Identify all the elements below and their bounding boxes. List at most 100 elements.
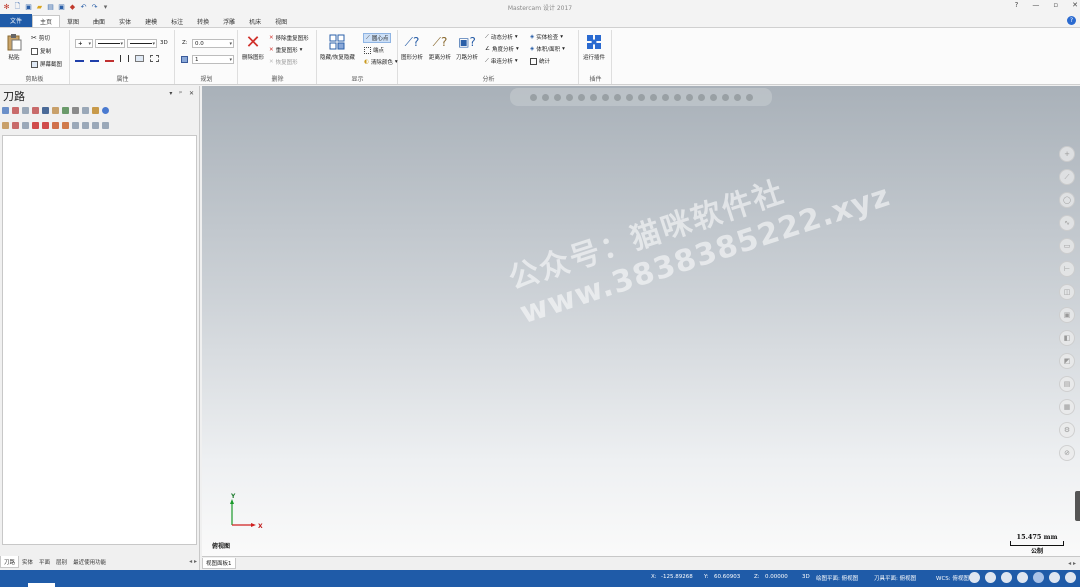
g1-icon[interactable]	[72, 107, 79, 114]
screenshot-button[interactable]: 屏幕截图	[31, 60, 62, 68]
tab-drafting[interactable]: 标注	[164, 15, 190, 27]
graphics-viewport[interactable]: 公众号：猫咪软件社 www.3838385222.xyz + ⟋ ◯ ∿ ▭ ⊢…	[202, 86, 1080, 556]
mask-edges-icon[interactable]	[625, 93, 633, 101]
material-mode-icon[interactable]	[1049, 572, 1060, 583]
select-all-quick-icon[interactable]: +	[1059, 146, 1075, 162]
z-depth-input[interactable]: 0.0 ▾	[192, 39, 234, 48]
clear-attrs-icon[interactable]	[135, 55, 144, 62]
verify-icon[interactable]	[52, 107, 59, 114]
select-lines-quick-icon[interactable]: ⟋	[1059, 169, 1075, 185]
simulate-icon[interactable]	[42, 107, 49, 114]
shaded-mode-icon[interactable]	[1001, 572, 1012, 583]
duplicate-entities-button[interactable]: ✕ 重复图形 ▾	[269, 46, 302, 54]
tab-wireframe[interactable]: 草图	[60, 15, 86, 27]
customize-qat-icon[interactable]: ▾	[101, 3, 110, 12]
tab-transform[interactable]: 转换	[190, 15, 216, 27]
clear-color-button[interactable]: ◐ 清除颜色 ▾	[364, 58, 398, 66]
mask-level-icon[interactable]	[661, 93, 669, 101]
help-icon[interactable]: ?	[1067, 16, 1076, 25]
paste-button[interactable]: 粘贴	[5, 33, 23, 61]
tab-home[interactable]: 主页	[32, 15, 61, 27]
select-solids-quick-icon[interactable]: ▣	[1059, 307, 1075, 323]
endpoints-button[interactable]: 端点	[364, 46, 384, 54]
mask-faces-icon[interactable]	[613, 93, 621, 101]
select-groups-quick-icon[interactable]: ▦	[1059, 399, 1075, 415]
entity-analysis-button[interactable]: ⟋? 图形分析	[401, 33, 423, 62]
show-selected-icon[interactable]	[72, 122, 79, 129]
move-down-icon[interactable]	[32, 122, 39, 129]
viewsheet-scroll-icon[interactable]: ◂ ▸	[1068, 560, 1076, 567]
mode-3d-toggle[interactable]: 3D	[802, 574, 810, 580]
tab-levels[interactable]: 层别	[53, 556, 70, 568]
wireframe-mode-icon[interactable]	[969, 572, 980, 583]
panel-close-button[interactable]: ✕	[189, 90, 194, 97]
lighting-mode-icon[interactable]	[1065, 572, 1076, 583]
select-arcs-quick-icon[interactable]: ◯	[1059, 192, 1075, 208]
mask-group-icon[interactable]	[685, 93, 693, 101]
undo-icon[interactable]: ↶	[79, 3, 88, 12]
select-failed-icon[interactable]	[12, 107, 19, 114]
mask-lines-icon[interactable]	[553, 93, 561, 101]
tab-solids-manager[interactable]: 实体	[19, 556, 36, 568]
toolpaths-tree[interactable]	[2, 135, 197, 545]
merge-icon[interactable]: ◆	[68, 3, 77, 12]
delete-duplicate-button[interactable]: ✕ 移除重复图形	[269, 34, 309, 42]
close-button[interactable]: ✕	[1072, 1, 1078, 9]
save-as-icon[interactable]: ▣	[57, 3, 66, 12]
mask-redo-icon[interactable]	[745, 93, 753, 101]
tab-machine[interactable]: 机床	[242, 15, 268, 27]
undelete-button[interactable]: ✕ 恢复图形	[269, 58, 298, 66]
regen-selected-icon[interactable]	[22, 107, 29, 114]
mask-splines-icon[interactable]	[577, 93, 585, 101]
select-splines-quick-icon[interactable]: ∿	[1059, 215, 1075, 231]
line-attrs-icon[interactable]	[120, 55, 129, 62]
delete-entities-button[interactable]: ✕ 删除图形	[242, 32, 264, 62]
viewsheet-tab[interactable]: 视图面板1	[202, 558, 236, 569]
mask-arcs-icon[interactable]	[565, 93, 573, 101]
mask-points-icon[interactable]	[541, 93, 549, 101]
minimize-button[interactable]: —	[1032, 1, 1039, 9]
toolpath-analysis-button[interactable]: ▣? 刀路分析	[456, 33, 478, 61]
drawing-plane-select[interactable]: 绘图平面: 俯视图	[816, 574, 858, 582]
mask-clear-icon[interactable]	[721, 93, 729, 101]
scroll-to-icon[interactable]	[62, 122, 69, 129]
select-bodies-quick-icon[interactable]: ◩	[1059, 353, 1075, 369]
shaded-edges-mode-icon[interactable]	[1017, 572, 1028, 583]
mask-color-icon[interactable]	[649, 93, 657, 101]
tab-model[interactable]: 建模	[138, 15, 164, 27]
cut-button[interactable]: ✂ 剪切	[31, 34, 50, 42]
mask-meshes-icon[interactable]	[637, 93, 645, 101]
mask-surfaces-icon[interactable]	[589, 93, 597, 101]
select-dims-quick-icon[interactable]: ⊢	[1059, 261, 1075, 277]
maximize-button[interactable]: ▫	[1053, 1, 1058, 9]
mask-all-icon[interactable]	[529, 93, 537, 101]
mask-undo-icon[interactable]	[733, 93, 741, 101]
set-all-icon[interactable]	[150, 55, 159, 62]
tab-relief[interactable]: 浮雕	[216, 15, 242, 27]
tab-surfaces[interactable]: 曲面	[86, 15, 112, 27]
print-icon[interactable]: ▤	[46, 3, 55, 12]
lock-icon[interactable]	[2, 122, 9, 129]
collapse-all-icon[interactable]	[102, 122, 109, 129]
select-results-quick-icon[interactable]: ⚙	[1059, 422, 1075, 438]
tab-toolpaths[interactable]: 刀路	[0, 556, 20, 568]
select-meshes-quick-icon[interactable]: ▤	[1059, 376, 1075, 392]
level-select[interactable]: 1 ▾	[192, 55, 234, 64]
mask-solids-icon[interactable]	[601, 93, 609, 101]
point-color-icon[interactable]	[90, 55, 99, 62]
translucent-mode-icon[interactable]	[1033, 572, 1044, 583]
toggle-display-icon[interactable]	[12, 122, 19, 129]
tab-file[interactable]: 文件	[0, 14, 33, 27]
center-point-button[interactable]: ⟋ 圆心点	[363, 33, 392, 43]
toggle-post-icon[interactable]	[22, 122, 29, 129]
insert-arrow-icon[interactable]	[52, 122, 59, 129]
angle-analysis-button[interactable]: ∠ 角度分析 ▾	[485, 45, 519, 53]
help-toolpath-icon[interactable]	[102, 107, 109, 114]
redo-icon[interactable]: ↷	[90, 3, 99, 12]
move-up-icon[interactable]	[42, 122, 49, 129]
show-entities-icon[interactable]	[82, 122, 89, 129]
side-panel-handle[interactable]	[1075, 491, 1080, 521]
post-icon[interactable]	[62, 107, 69, 114]
highfeed-icon[interactable]	[92, 107, 99, 114]
chain-analysis-button[interactable]: ⟋ 串连分析 ▾	[485, 57, 518, 66]
